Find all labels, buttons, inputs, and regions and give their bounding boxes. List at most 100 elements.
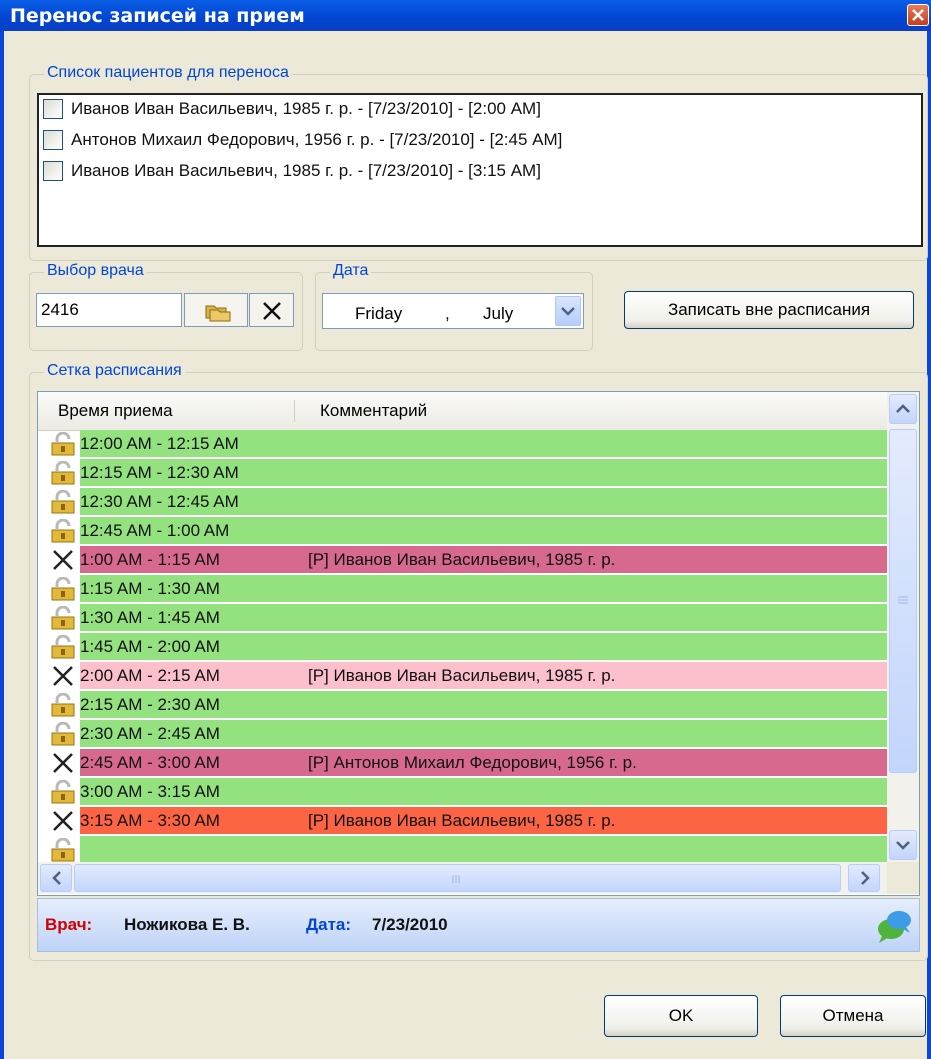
- schedule-row[interactable]: 2:45 AM - 3:00 AM [Р] Антонов Михаил Федо…: [38, 749, 887, 776]
- ok-button[interactable]: OK: [604, 995, 758, 1037]
- window-title: Перенос записей на прием: [10, 5, 305, 27]
- cross-icon: [53, 550, 73, 570]
- patient-item[interactable]: Антонов Михаил Федорович, 1956 г. р. - […: [43, 127, 562, 153]
- patient-item[interactable]: Иванов Иван Васильевич, 1985 г. р. - [7/…: [43, 96, 541, 122]
- grip-icon: [898, 596, 908, 604]
- row-comment: [300, 604, 887, 631]
- chevron-up-icon: [896, 404, 910, 413]
- doctor-code-input[interactable]: 2416: [36, 293, 182, 327]
- schedule-row[interactable]: 2:15 AM - 2:30 AM: [38, 691, 887, 718]
- lock-icon: [51, 518, 75, 543]
- row-comment: [Р] Иванов Иван Васильевич, 1985 г. р.: [300, 662, 887, 689]
- row-time: 2:30 AM - 2:45 AM: [80, 720, 300, 747]
- row-comment: [Р] Антонов Михаил Федорович, 1956 г. р.: [300, 749, 887, 776]
- lock-icon: [51, 489, 75, 514]
- row-comment: [Р] Иванов Иван Васильевич, 1985 г. р.: [300, 546, 887, 573]
- checkbox[interactable]: [43, 130, 63, 150]
- doctor-lookup-button[interactable]: [184, 293, 248, 327]
- row-time: 1:45 AM - 2:00 AM: [80, 633, 300, 660]
- lock-icon: [51, 634, 75, 659]
- dialog-window: Перенос записей на прием Список пациенто…: [0, 0, 931, 1059]
- row-status-icon: [46, 809, 80, 833]
- row-time: 2:15 AM - 2:30 AM: [80, 691, 300, 718]
- row-time: 12:30 AM - 12:45 AM: [80, 488, 300, 515]
- schedule-row[interactable]: 12:45 AM - 1:00 AM: [38, 517, 887, 544]
- schedule-row[interactable]: [38, 836, 887, 863]
- row-comment: [300, 459, 887, 486]
- off-schedule-button[interactable]: Записать вне расписания: [624, 291, 914, 329]
- schedule-row[interactable]: 3:00 AM - 3:15 AM: [38, 778, 887, 805]
- row-comment: [Р] Иванов Иван Васильевич, 1985 г. р.: [300, 807, 887, 834]
- row-time: 1:00 AM - 1:15 AM: [80, 546, 300, 573]
- schedule-row[interactable]: 1:45 AM - 2:00 AM: [38, 633, 887, 660]
- row-status-icon: [46, 489, 80, 514]
- scroll-left-button[interactable]: [40, 864, 72, 892]
- date-legend: Дата: [330, 262, 372, 280]
- checkbox[interactable]: [43, 161, 63, 181]
- lock-icon: [51, 837, 75, 862]
- date-weekday: Friday: [355, 304, 403, 323]
- patient-label: Антонов Михаил Федорович, 1956 г. р. - […: [71, 130, 563, 149]
- scroll-down-button[interactable]: [889, 830, 917, 860]
- schedule-row[interactable]: 1:15 AM - 1:30 AM: [38, 575, 887, 602]
- scroll-thumb[interactable]: [889, 429, 917, 773]
- patient-list[interactable]: Иванов Иван Васильевич, 1985 г. р. - [7/…: [37, 93, 923, 247]
- schedule-row[interactable]: 1:30 AM - 1:45 AM: [38, 604, 887, 631]
- column-divider[interactable]: [294, 400, 295, 422]
- checkbox[interactable]: [43, 99, 63, 119]
- schedule-grid[interactable]: Время приема Комментарий 12:00 AM - 12:1…: [37, 391, 920, 896]
- date-month: July: [483, 304, 514, 323]
- grip-icon: [452, 875, 460, 883]
- row-status-icon: [46, 692, 80, 717]
- patient-item[interactable]: Иванов Иван Васильевич, 1985 г. р. - [7/…: [43, 158, 541, 184]
- row-comment: [300, 836, 887, 863]
- schedule-row[interactable]: 12:15 AM - 12:30 AM: [38, 459, 887, 486]
- row-status-icon: [46, 751, 80, 775]
- row-time: 3:15 AM - 3:30 AM: [80, 807, 300, 834]
- cross-icon: [53, 811, 73, 831]
- lock-icon: [51, 431, 75, 456]
- doctor-name: Ножикова Е. В.: [124, 915, 250, 934]
- date-separator: ,: [445, 304, 450, 323]
- schedule-row[interactable]: 3:15 AM - 3:30 AM [Р] Иванов Иван Василье…: [38, 807, 887, 834]
- schedule-row[interactable]: 2:30 AM - 2:45 AM: [38, 720, 887, 747]
- column-header-time[interactable]: Время приема: [58, 401, 173, 421]
- row-comment: [300, 720, 887, 747]
- row-status-icon: [46, 837, 80, 862]
- column-header-comment[interactable]: Комментарий: [320, 401, 427, 421]
- date-label: Дата:: [306, 915, 352, 934]
- date-picker[interactable]: Friday , July: [322, 293, 584, 329]
- row-status-icon: [46, 431, 80, 456]
- horizontal-scrollbar[interactable]: [38, 862, 919, 894]
- cross-icon: [53, 666, 73, 686]
- row-status-icon: [46, 721, 80, 746]
- row-status-icon: [46, 779, 80, 804]
- schedule-row[interactable]: 12:00 AM - 12:15 AM: [38, 430, 887, 457]
- chevron-right-icon: [861, 871, 870, 885]
- lock-icon: [51, 721, 75, 746]
- close-button[interactable]: [907, 4, 929, 26]
- row-time: 12:00 AM - 12:15 AM: [80, 430, 300, 457]
- doctor-clear-button[interactable]: [249, 293, 294, 327]
- scroll-up-button[interactable]: [889, 394, 917, 424]
- row-status-icon: [46, 605, 80, 630]
- schedule-row[interactable]: 1:00 AM - 1:15 AM [Р] Иванов Иван Василье…: [38, 546, 887, 573]
- schedule-row[interactable]: 2:00 AM - 2:15 AM [Р] Иванов Иван Василье…: [38, 662, 887, 689]
- chat-icon[interactable]: [874, 905, 914, 945]
- date-dropdown-button[interactable]: [555, 296, 581, 326]
- scroll-right-button[interactable]: [848, 864, 880, 892]
- doctor-label: Врач:: [45, 915, 93, 934]
- schedule-row[interactable]: 12:30 AM - 12:45 AM: [38, 488, 887, 515]
- close-icon: [912, 9, 924, 21]
- horizontal-scroll-thumb[interactable]: [74, 864, 841, 892]
- row-time: [80, 836, 300, 863]
- cancel-button[interactable]: Отмена: [780, 995, 926, 1037]
- row-time: 1:30 AM - 1:45 AM: [80, 604, 300, 631]
- patient-label: Иванов Иван Васильевич, 1985 г. р. - [7/…: [71, 161, 541, 180]
- vertical-scrollbar[interactable]: [887, 392, 919, 862]
- row-time: 2:00 AM - 2:15 AM: [80, 662, 300, 689]
- doctor-legend: Выбор врача: [44, 262, 147, 280]
- row-status-icon: [46, 634, 80, 659]
- title-bar[interactable]: Перенос записей на прием: [0, 0, 931, 31]
- row-comment: [300, 430, 887, 457]
